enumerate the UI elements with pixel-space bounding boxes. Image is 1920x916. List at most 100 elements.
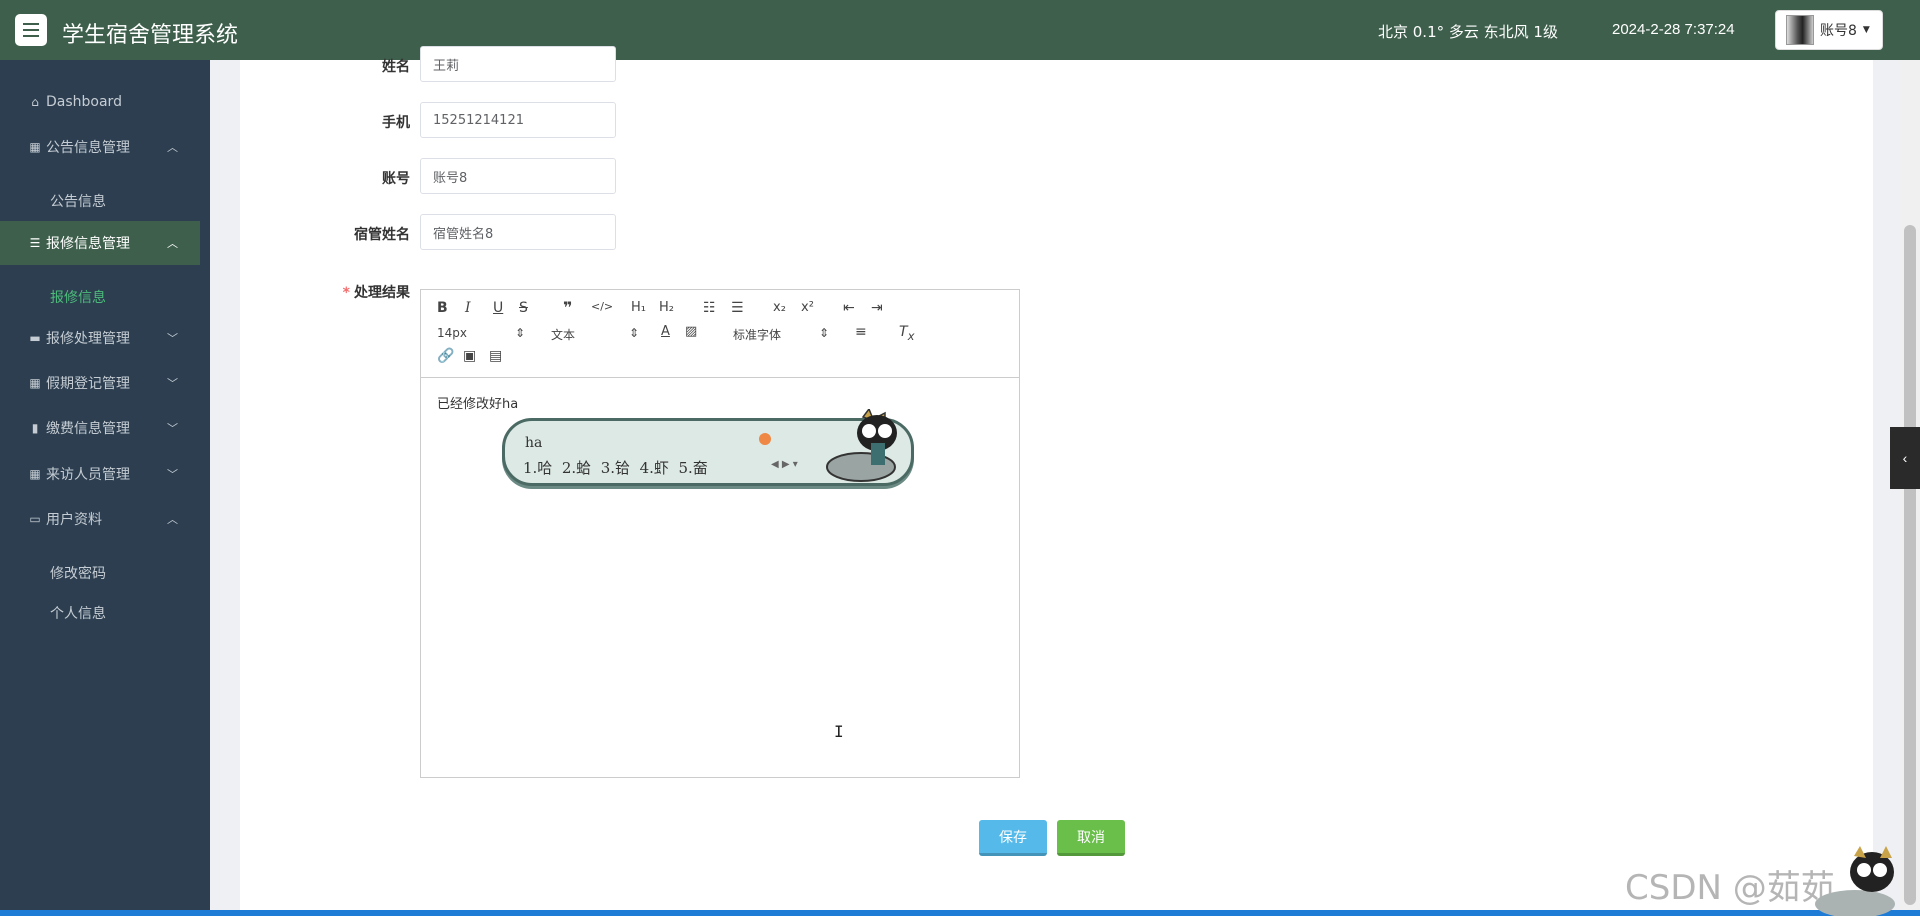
text-cursor-icon: I: [834, 722, 844, 741]
chevron-down-icon: ﹀: [167, 422, 178, 435]
sidebar-item-label: Dashboard: [46, 94, 122, 110]
result-label: * 处理结果: [280, 282, 410, 302]
image-icon[interactable]: ▣: [463, 348, 476, 364]
sidebar-item-label: 报修处理管理: [46, 331, 130, 347]
sidebar-item-label: 用户资料: [46, 512, 102, 528]
scrollbar-thumb[interactable]: [1904, 225, 1916, 905]
clear-format-button[interactable]: Tx: [899, 324, 914, 343]
account-label: 账号: [382, 171, 410, 187]
sidebar-sub-repair[interactable]: 报修信息: [50, 287, 106, 307]
code-block-button[interactable]: </>: [591, 300, 613, 313]
subscript-button[interactable]: x₂: [773, 300, 786, 315]
ordered-list-button[interactable]: ☷: [703, 300, 716, 316]
bullet-list-button[interactable]: ☰: [731, 300, 744, 316]
chevron-left-icon: ‹: [1902, 450, 1908, 466]
sidebar: ⌂ Dashboard ▦ 公告信息管理 ︿ 公告信息 ☰ 报修信息管理 ︿ 报…: [0, 60, 210, 916]
sidebar-sub-notice[interactable]: 公告信息: [50, 191, 106, 211]
phone-label: 手机: [382, 115, 410, 131]
select-arrows-icon: ⇕: [819, 326, 830, 340]
avatar: [1786, 15, 1814, 45]
chevron-down-icon: ﹀: [167, 332, 178, 345]
align-button[interactable]: ≡: [855, 324, 867, 340]
sidebar-item-label: 公告信息管理: [46, 140, 130, 156]
ime-candidate[interactable]: 5.奤: [678, 459, 707, 477]
rich-text-editor: B I U S ❞ </> H₁ H₂ ☷ ☰ x₂ x² ⇤ ⇥ 14px ⇕ …: [420, 289, 1020, 778]
grid-icon: ▦: [29, 140, 41, 154]
select-arrows-icon: ⇕: [515, 326, 526, 340]
weather-info: 北京 0.1° 多云 东北风 1级: [1378, 23, 1558, 41]
ime-candidate-popup: ha 1.哈 2.蛤 3.铪 4.虾 5.奤 ◀ ▶ ▾: [502, 409, 914, 486]
side-panel-toggle[interactable]: ‹: [1890, 427, 1920, 489]
font-size-value: 14px: [437, 326, 467, 340]
editor-content[interactable]: 已经修改好ha: [437, 393, 518, 412]
font-family-value: 标准字体: [733, 328, 782, 342]
ime-page-arrows-icon[interactable]: ◀ ▶ ▾: [771, 459, 798, 470]
indent-button[interactable]: ⇥: [871, 300, 883, 316]
block-type-value: 文本: [551, 328, 576, 342]
ime-mascot-icon: [826, 409, 897, 482]
cancel-button[interactable]: 取消: [1057, 820, 1125, 856]
app-title: 学生宿舍管理系统: [62, 23, 239, 48]
font-size-select[interactable]: 14px ⇕: [437, 326, 525, 340]
sidebar-group-payment[interactable]: ▮ 缴费信息管理 ﹀: [0, 406, 200, 450]
phone-input[interactable]: [420, 102, 616, 138]
block-type-select[interactable]: 文本 ⇕: [551, 326, 639, 343]
result-label-text: 处理结果: [354, 285, 410, 301]
manager-name-label: 宿管姓名: [354, 227, 410, 243]
chevron-up-icon: ︿: [167, 513, 178, 526]
outdent-button[interactable]: ⇤: [843, 300, 855, 316]
manager-name-input[interactable]: [420, 214, 616, 250]
comment-icon: ▬: [29, 331, 41, 345]
heading1-button[interactable]: H₁: [631, 300, 646, 315]
heading2-button[interactable]: H₂: [659, 300, 674, 315]
account-input[interactable]: [420, 158, 616, 194]
sidebar-item-label: 报修信息管理: [46, 236, 130, 252]
sidebar-item-label: 来访人员管理: [46, 467, 130, 483]
menu-toggle-button[interactable]: [15, 14, 47, 46]
ime-logo-icon: [759, 433, 771, 445]
card-icon: ▭: [29, 512, 41, 526]
sidebar-group-user[interactable]: ▭ 用户资料 ︿: [0, 497, 200, 541]
underline-button[interactable]: U: [493, 300, 503, 316]
list-icon: ☰: [29, 236, 41, 250]
user-name: 账号8: [1820, 23, 1857, 39]
ime-candidate[interactable]: 2.蛤: [562, 459, 591, 477]
background-color-button[interactable]: ▨: [685, 324, 697, 339]
sidebar-sub-profile[interactable]: 个人信息: [50, 603, 106, 623]
chevron-down-icon: ﹀: [167, 377, 178, 390]
sidebar-group-repair-handle[interactable]: ▬ 报修处理管理 ﹀: [0, 316, 200, 360]
link-icon[interactable]: 🔗: [437, 348, 454, 364]
grid-icon: ▦: [29, 467, 41, 481]
sidebar-group-holiday[interactable]: ▦ 假期登记管理 ﹀: [0, 361, 200, 405]
sidebar-group-repair[interactable]: ☰ 报修信息管理 ︿: [0, 221, 200, 265]
strikethrough-button[interactable]: S: [519, 300, 528, 316]
editor-toolbar: B I U S ❞ </> H₁ H₂ ☷ ☰ x₂ x² ⇤ ⇥ 14px ⇕ …: [421, 290, 1019, 378]
sidebar-item-label: 缴费信息管理: [46, 421, 130, 437]
ime-candidate[interactable]: 4.虾: [640, 459, 669, 477]
user-menu-button[interactable]: 账号8 ▼: [1775, 10, 1883, 50]
select-arrows-icon: ⇕: [629, 326, 640, 340]
ime-candidates: 1.哈 2.蛤 3.铪 4.虾 5.奤: [523, 457, 708, 478]
save-button[interactable]: 保存: [979, 820, 1047, 856]
ime-candidate[interactable]: 3.铪: [601, 459, 630, 477]
sidebar-group-visitor[interactable]: ▦ 来访人员管理 ﹀: [0, 452, 200, 496]
datetime: 2024-2-28 7:37:24: [1612, 21, 1735, 38]
ime-candidate[interactable]: 1.哈: [523, 459, 552, 477]
font-family-select[interactable]: 标准字体 ⇕: [733, 326, 829, 343]
sidebar-item-dashboard[interactable]: ⌂ Dashboard: [0, 80, 200, 124]
name-input[interactable]: [420, 46, 616, 82]
font-color-button[interactable]: A: [661, 324, 670, 339]
chevron-up-icon: ︿: [167, 237, 178, 250]
grid-icon: ▦: [29, 376, 41, 390]
blockquote-button[interactable]: ❞: [563, 298, 572, 317]
bold-button[interactable]: B: [437, 300, 448, 316]
required-mark: *: [342, 285, 350, 301]
italic-button[interactable]: I: [465, 300, 471, 316]
video-icon[interactable]: ▤: [489, 348, 502, 364]
ime-pinyin: ha: [525, 435, 543, 451]
sidebar-item-label: 假期登记管理: [46, 376, 130, 392]
sidebar-sub-change-password[interactable]: 修改密码: [50, 563, 106, 583]
sidebar-group-notice[interactable]: ▦ 公告信息管理 ︿: [0, 125, 200, 169]
bottom-progress-bar: [0, 910, 1920, 916]
superscript-button[interactable]: x²: [801, 300, 814, 315]
